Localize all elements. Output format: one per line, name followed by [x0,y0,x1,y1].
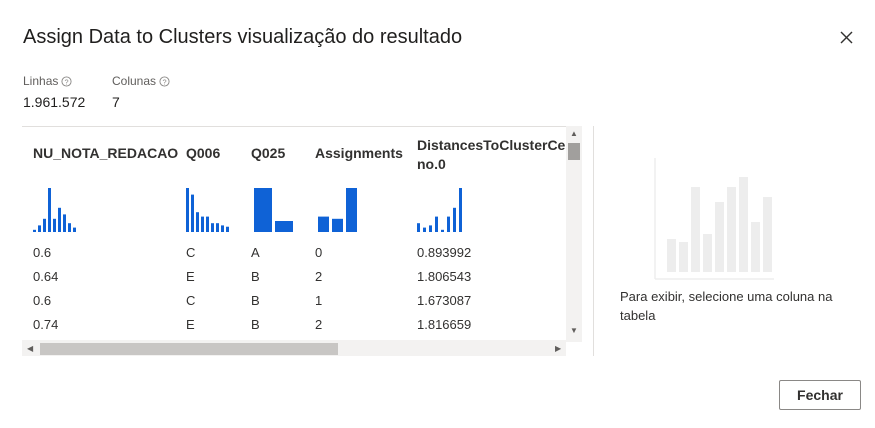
histogram-bar [33,229,36,232]
histogram-bar [346,188,357,232]
cols-value: 7 [112,94,120,110]
histogram-bar [73,227,76,232]
scroll-down-icon[interactable]: ▼ [570,326,578,335]
rows-label: Linhas [23,74,59,88]
table-cell[interactable]: B [251,293,260,308]
histogram-bar [435,216,438,232]
table-cell[interactable]: E [186,269,195,284]
histogram-bar [332,218,343,232]
histogram-bar [447,216,450,232]
histogram-bar [423,227,426,232]
scroll-left-icon[interactable]: ◀ [27,344,33,353]
column-header-distances[interactable]: DistancesToClusterCenter [417,136,566,154]
column-header-nu-nota-redacao[interactable]: NU_NOTA_REDACAO [33,144,178,162]
histogram-bar [201,216,204,232]
table-cell[interactable]: C [186,245,195,260]
histogram-bar [254,188,272,232]
table-cell[interactable]: C [186,293,195,308]
histogram-bar [459,188,462,232]
histogram-q006[interactable] [186,188,236,233]
column-header-q025[interactable]: Q025 [251,144,285,162]
histogram-bar [429,225,432,232]
histogram-bar [206,216,209,232]
histogram-bar [275,221,293,232]
histogram-bar [441,229,444,232]
table-cell[interactable]: B [251,317,260,332]
histogram-q025[interactable] [254,188,296,233]
table-cell[interactable]: 2 [315,317,322,332]
rows-stat-label: Linhas ? [23,74,72,88]
histogram-bar [43,218,46,232]
histogram-nu-nota-redacao[interactable] [33,188,83,233]
histogram-bar [68,223,71,232]
histogram-bar [53,218,56,232]
table-cell[interactable]: 0.6 [33,293,51,308]
side-panel-message: Para exibir, selecione uma coluna na tab… [620,289,833,323]
scroll-up-icon[interactable]: ▲ [570,129,578,138]
vertical-scroll-thumb[interactable] [568,143,580,160]
histogram-bar [63,214,66,232]
histogram-bar [216,223,219,232]
histogram-bar [38,225,41,232]
table-cell[interactable]: 0.6 [33,245,51,260]
placeholder-bar [751,222,760,272]
dialog-title: Assign Data to Clusters visualização do … [23,26,463,48]
placeholder-chart-icon [654,158,774,280]
placeholder-bar [715,202,724,272]
close-icon[interactable] [836,27,858,49]
info-icon[interactable]: ? [61,75,72,87]
histogram-bar [58,207,61,232]
placeholder-bar [763,197,772,272]
cols-stat-label: Colunas ? [112,74,170,88]
histogram-bar [226,226,229,232]
histogram-assignments[interactable] [318,188,360,233]
histogram-bar [211,223,214,232]
placeholder-bar [679,242,688,272]
table-cell[interactable]: 0.893992 [417,245,471,260]
column-header-assignments[interactable]: Assignments [315,144,403,162]
placeholder-bar [739,177,748,272]
histogram-bar [417,223,420,232]
placeholder-bar [667,239,676,272]
placeholder-bar [727,187,736,272]
table-cell[interactable]: 1.673087 [417,293,471,308]
close-button[interactable]: Fechar [779,380,861,410]
histogram-bar [196,212,199,232]
table-cell[interactable]: 2 [315,269,322,284]
histogram-bar [453,207,456,232]
table-cell[interactable]: 0.74 [33,317,58,332]
table-cell[interactable]: A [251,245,260,260]
column-header-q006[interactable]: Q006 [186,144,220,162]
table-cell[interactable]: 1.806543 [417,269,471,284]
placeholder-bar [703,234,712,272]
panel-divider [593,126,594,356]
scroll-right-icon[interactable]: ▶ [555,344,561,353]
histogram-bar [186,188,189,232]
histogram-bar [318,216,329,232]
svg-text:?: ? [65,77,69,86]
column-header-distances-line2[interactable]: no.0 [417,156,446,172]
cols-label: Colunas [112,74,157,88]
histogram-bar [221,225,224,232]
table-cell[interactable]: 0 [315,245,322,260]
info-icon[interactable]: ? [159,75,170,87]
rows-value: 1.961.572 [23,94,86,110]
svg-text:?: ? [162,77,166,86]
table-cell[interactable]: E [186,317,195,332]
table-cell[interactable]: B [251,269,260,284]
table-cell[interactable]: 1 [315,293,322,308]
table-cell[interactable]: 1.816659 [417,317,471,332]
histogram-bar [191,194,194,232]
placeholder-bar [691,187,700,272]
histogram-bar [48,188,51,232]
horizontal-scroll-thumb[interactable] [40,343,338,355]
histogram-distances[interactable] [417,188,463,233]
table-cell[interactable]: 0.64 [33,269,58,284]
